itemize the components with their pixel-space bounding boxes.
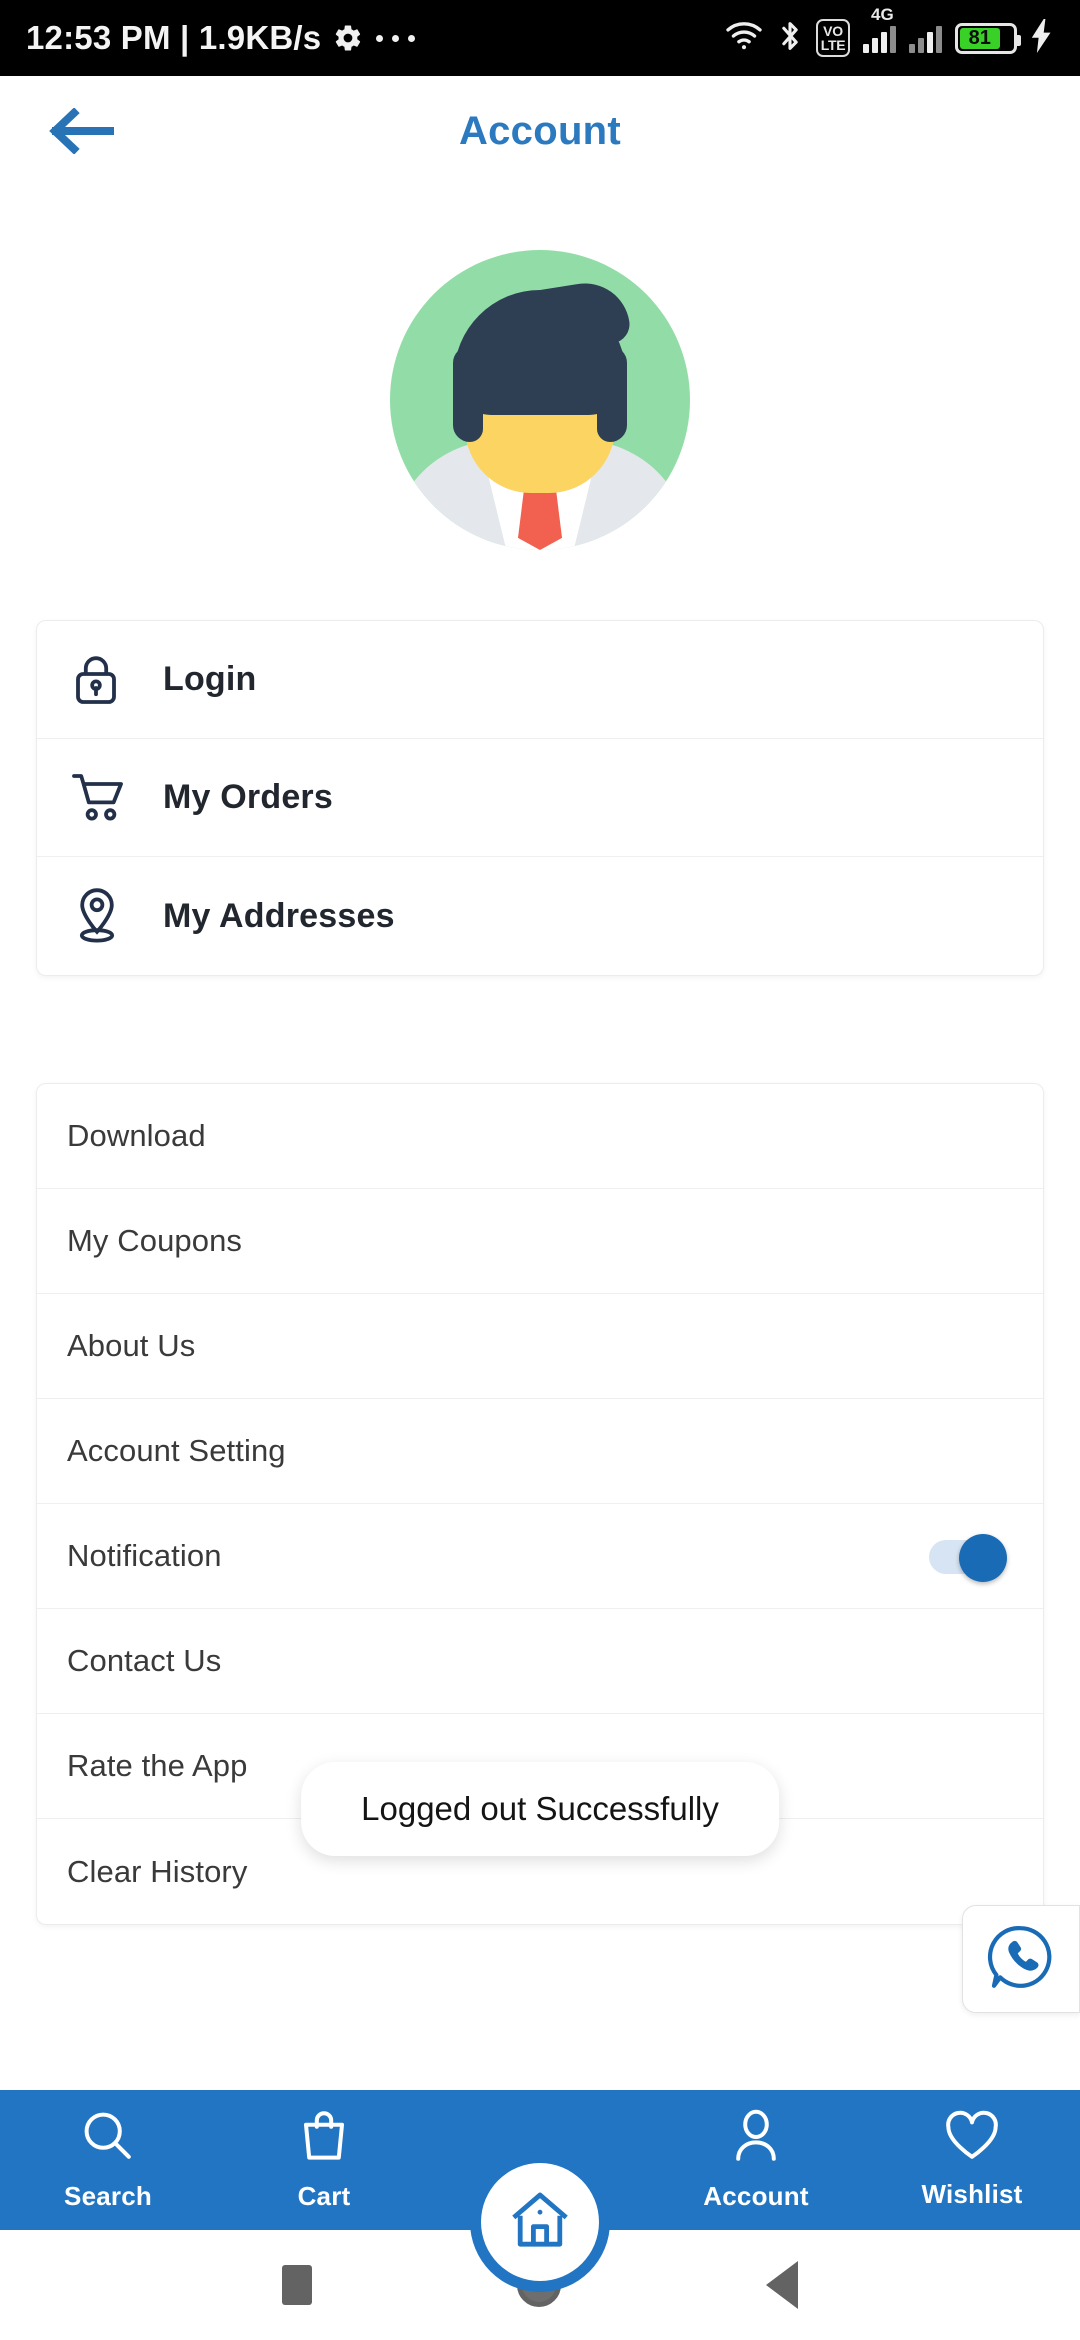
app-bar: Account: [0, 76, 1080, 186]
nav-item-search[interactable]: Search: [0, 2108, 216, 2212]
menu-item-account-setting[interactable]: Account Setting: [37, 1399, 1043, 1504]
menu-item-label: Download: [67, 1118, 206, 1153]
home-button-inner: [481, 2163, 599, 2281]
battery-icon: 81: [955, 22, 1021, 54]
call-bubble-icon: [985, 1921, 1057, 1998]
notification-toggle[interactable]: [929, 1534, 1007, 1582]
menu-item-label: Login: [163, 660, 257, 698]
nav-item-cart[interactable]: Cart: [216, 2108, 432, 2212]
person-icon: [731, 2108, 781, 2169]
page-title: Account: [458, 108, 622, 153]
menu-item-label: Account Setting: [67, 1433, 286, 1468]
toggle-thumb: [959, 1534, 1007, 1582]
status-bar: 12:53 PM | 1.9KB/s VO LTE 4G 81: [0, 0, 1080, 76]
primary-menu-card: Login My Orders My Addresses: [36, 620, 1044, 976]
nav-item-home[interactable]: [470, 2152, 610, 2292]
bluetooth-icon: [777, 19, 803, 58]
menu-item-label: Rate the App: [67, 1748, 248, 1783]
home-icon: [507, 2187, 573, 2258]
menu-item-download[interactable]: Download: [37, 1084, 1043, 1189]
menu-item-about-us[interactable]: About Us: [37, 1294, 1043, 1399]
status-bar-right: VO LTE 4G 81: [724, 5, 1054, 58]
menu-item-label: My Addresses: [163, 896, 395, 935]
menu-item-my-coupons[interactable]: My Coupons: [37, 1189, 1043, 1294]
signal-secondary-icon: [909, 23, 942, 53]
location-pin-icon: [71, 887, 157, 945]
nav-label: Account: [703, 2181, 809, 2211]
menu-item-notification[interactable]: Notification: [37, 1504, 1043, 1609]
menu-item-contact-us[interactable]: Contact Us: [37, 1609, 1043, 1714]
heart-icon: [944, 2110, 1000, 2167]
battery-level: 81: [960, 27, 1000, 49]
back-triangle-icon[interactable]: [765, 2261, 798, 2309]
wifi-icon: [724, 20, 764, 57]
avatar[interactable]: [390, 250, 690, 550]
menu-item-label: About Us: [67, 1328, 196, 1363]
nav-item-account[interactable]: Account: [648, 2108, 864, 2212]
back-button[interactable]: [48, 101, 118, 161]
menu-item-label: My Orders: [163, 778, 333, 816]
menu-item-label: Notification: [67, 1538, 222, 1573]
menu-item-label: Clear History: [67, 1853, 248, 1889]
menu-item-login[interactable]: Login: [37, 621, 1043, 739]
menu-item-label: My Coupons: [67, 1223, 243, 1258]
shopping-bag-icon: [298, 2108, 350, 2169]
nav-item-wishlist[interactable]: Wishlist: [864, 2110, 1080, 2210]
nav-label: Search: [64, 2181, 152, 2211]
more-dots-icon: [376, 34, 416, 42]
nav-label: Cart: [297, 2181, 351, 2211]
avatar-image: [390, 250, 690, 550]
volte-icon: VO LTE: [816, 19, 850, 57]
menu-item-label: Contact Us: [67, 1643, 222, 1678]
nav-label: Wishlist: [921, 2179, 1023, 2209]
call-support-button[interactable]: [962, 1905, 1080, 2013]
menu-item-my-orders[interactable]: My Orders: [37, 739, 1043, 857]
charging-bolt-icon: [1030, 18, 1054, 58]
shopping-cart-icon: [71, 772, 157, 824]
search-icon: [80, 2108, 136, 2169]
toast-message: Logged out Successfully: [301, 1762, 779, 1856]
status-bar-left: 12:53 PM | 1.9KB/s: [26, 19, 416, 57]
gear-icon: [333, 23, 363, 53]
recents-square-icon[interactable]: [282, 2265, 313, 2305]
app-screen: 12:53 PM | 1.9KB/s VO LTE 4G 81 Account …: [0, 0, 1080, 2340]
lock-icon: [71, 652, 157, 708]
signal-4g-icon: 4G: [863, 5, 896, 53]
status-clock: 12:53 PM | 1.9KB/s: [26, 19, 322, 56]
menu-item-my-addresses[interactable]: My Addresses: [37, 857, 1043, 975]
